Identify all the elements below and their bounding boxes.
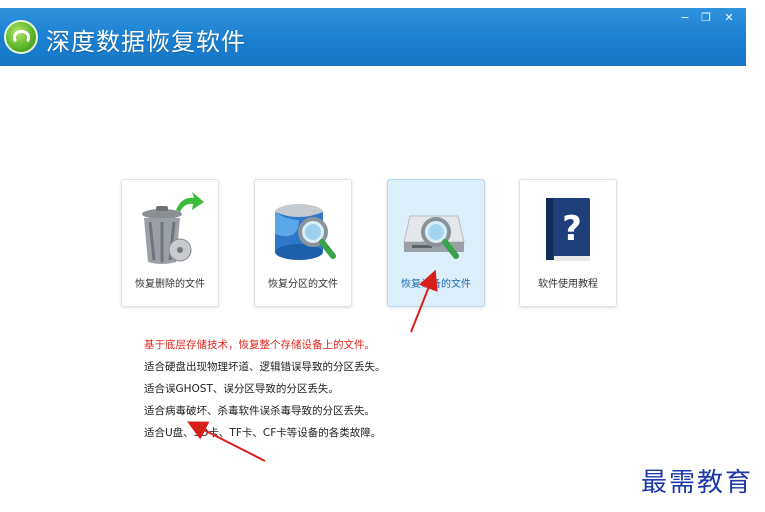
svg-text:?: ? [562,209,582,249]
app-window: 深度数据恢复软件 − ❐ ✕ 恢复删除的文件 恢复分区的文件 恢复设备的文件 ?… [0,8,746,512]
help-book-icon: ? [546,198,590,261]
watermark: 最需教育 [641,468,754,498]
device-drive-icon [403,215,465,259]
recover-deleted-files-tile[interactable]: 恢复删除的文件 [121,179,219,307]
title-bar[interactable]: 深度数据恢复软件 − ❐ ✕ [0,8,746,66]
recycle-bin-icon [142,192,204,264]
recover-partition-files-tile[interactable]: 恢复分区的文件 [254,179,352,307]
description-line: 适合病毒破坏、杀毒软件误杀毒导致的分区丢失。 [144,405,375,417]
tile-label: 恢复分区的文件 [268,279,338,290]
main-content: 恢复删除的文件 恢复分区的文件 恢复设备的文件 ? 软件使用教程 基于底层存储技… [0,66,746,512]
app-logo-icon [4,20,38,54]
description-line-highlight: 基于底层存储技术，恢复整个存储设备上的文件。 [144,339,375,351]
software-tutorial-tile[interactable]: ? 软件使用教程 [519,179,617,307]
description-line: 适合硬盘出现物理坏道、逻辑错误导致的分区丢失。 [144,361,386,373]
description-line: 适合误GHOST、误分区导致的分区丢失。 [144,383,339,395]
tile-label: 恢复删除的文件 [135,279,205,290]
close-button[interactable]: ✕ [720,11,738,25]
minimize-button[interactable]: − [676,11,694,25]
partition-disk-icon [275,204,336,260]
tile-label: 软件使用教程 [538,279,598,290]
description-line: 适合U盘、SD卡、TF卡、CF卡等设备的各类故障。 [144,427,382,439]
tile-label: 恢复设备的文件 [401,279,471,290]
recover-device-files-tile[interactable]: 恢复设备的文件 [387,179,485,307]
feature-description: 基于底层存储技术，恢复整个存储设备上的文件。 适合硬盘出现物理坏道、逻辑错误导致… [144,334,544,444]
app-title: 深度数据恢复软件 [46,28,246,56]
restore-button[interactable]: ❐ [697,11,715,25]
